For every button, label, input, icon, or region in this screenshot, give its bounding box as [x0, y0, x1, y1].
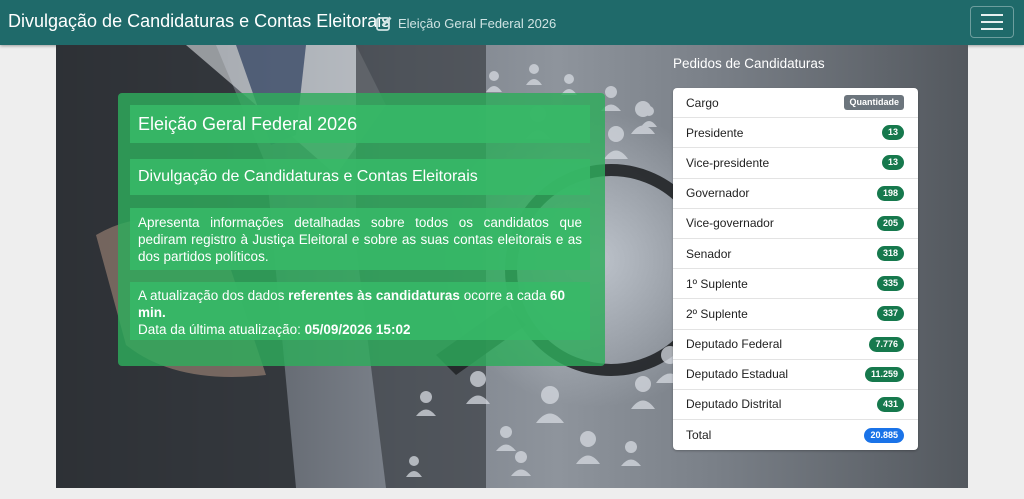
list-item[interactable]: Deputado Estadual 11.259: [673, 360, 918, 390]
cargo-label: 1º Suplente: [686, 276, 748, 291]
list-item[interactable]: Governador 198: [673, 179, 918, 209]
count-badge: 7.776: [869, 336, 904, 352]
last-update-value: 05/09/2026 15:02: [304, 322, 411, 337]
list-item[interactable]: Deputado Federal 7.776: [673, 330, 918, 360]
edit-square-icon: [376, 16, 392, 31]
current-election-label: Eleição Geral Federal 2026: [398, 15, 557, 31]
cargo-label: Deputado Estadual: [686, 367, 789, 382]
list-item[interactable]: Vice-governador 205: [673, 209, 918, 239]
cargo-header: Cargo: [686, 95, 719, 110]
cargo-label: Deputado Distrital: [686, 397, 782, 412]
election-subtitle: Divulgação de Candidaturas e Contas Elei…: [130, 159, 590, 195]
cargo-label: Vice-presidente: [686, 155, 770, 170]
cargo-label: Governador: [686, 186, 750, 201]
candidaturas-list: Cargo Quantidade Presidente 13 Vice-pres…: [673, 88, 918, 451]
list-total[interactable]: Total 20.885: [673, 420, 918, 450]
list-item[interactable]: 2º Suplente 337: [673, 299, 918, 330]
list-header: Cargo Quantidade: [673, 88, 918, 119]
hamburger-menu-icon: [981, 14, 1003, 16]
count-badge: 13: [881, 125, 904, 141]
election-info-panel: Eleição Geral Federal 2026 Divulgação de…: [118, 93, 605, 366]
hamburger-menu-button[interactable]: [970, 6, 1014, 38]
election-description: Apresenta informações detalhadas sobre t…: [130, 208, 590, 270]
count-badge: 431: [876, 396, 904, 412]
count-badge: 205: [876, 215, 904, 231]
top-navbar: Divulgação de Candidaturas e Contas Elei…: [0, 0, 1024, 45]
list-item[interactable]: Presidente 13: [673, 118, 918, 149]
navbar-brand[interactable]: Divulgação de Candidaturas e Contas Elei…: [8, 11, 390, 32]
count-badge: 11.259: [864, 366, 904, 382]
election-title: Eleição Geral Federal 2026: [130, 105, 590, 143]
count-badge: 337: [876, 306, 904, 322]
update-prefix: A atualização dos dados: [138, 288, 289, 303]
cargo-label: Deputado Federal: [686, 337, 783, 352]
list-item[interactable]: Senador 318: [673, 239, 918, 270]
current-election-link[interactable]: Eleição Geral Federal 2026: [376, 13, 556, 33]
candidaturas-title: Pedidos de Candidaturas: [673, 56, 825, 71]
list-item[interactable]: 1º Suplente 335: [673, 269, 918, 300]
total-badge: 20.885: [864, 427, 904, 443]
cargo-label: Vice-governador: [686, 216, 774, 231]
update-middle: ocorre a cada: [459, 288, 551, 303]
count-badge: 198: [876, 185, 904, 201]
list-item[interactable]: Vice-presidente 13: [673, 148, 918, 179]
cargo-label: 2º Suplente: [686, 306, 748, 321]
count-badge: 318: [876, 246, 904, 262]
cargo-label: Presidente: [686, 125, 744, 140]
quantidade-badge: Quantidade: [844, 95, 904, 111]
count-badge: 335: [876, 276, 904, 292]
count-badge: 13: [881, 155, 904, 171]
list-item[interactable]: Deputado Distrital 431: [673, 390, 918, 421]
cargo-label: Senador: [686, 246, 732, 261]
total-label: Total: [686, 428, 712, 443]
last-update-label: Data da última atualização:: [138, 322, 305, 337]
update-bold: referentes às candidaturas: [288, 288, 460, 303]
update-info: A atualização dos dados referentes às ca…: [130, 282, 590, 340]
